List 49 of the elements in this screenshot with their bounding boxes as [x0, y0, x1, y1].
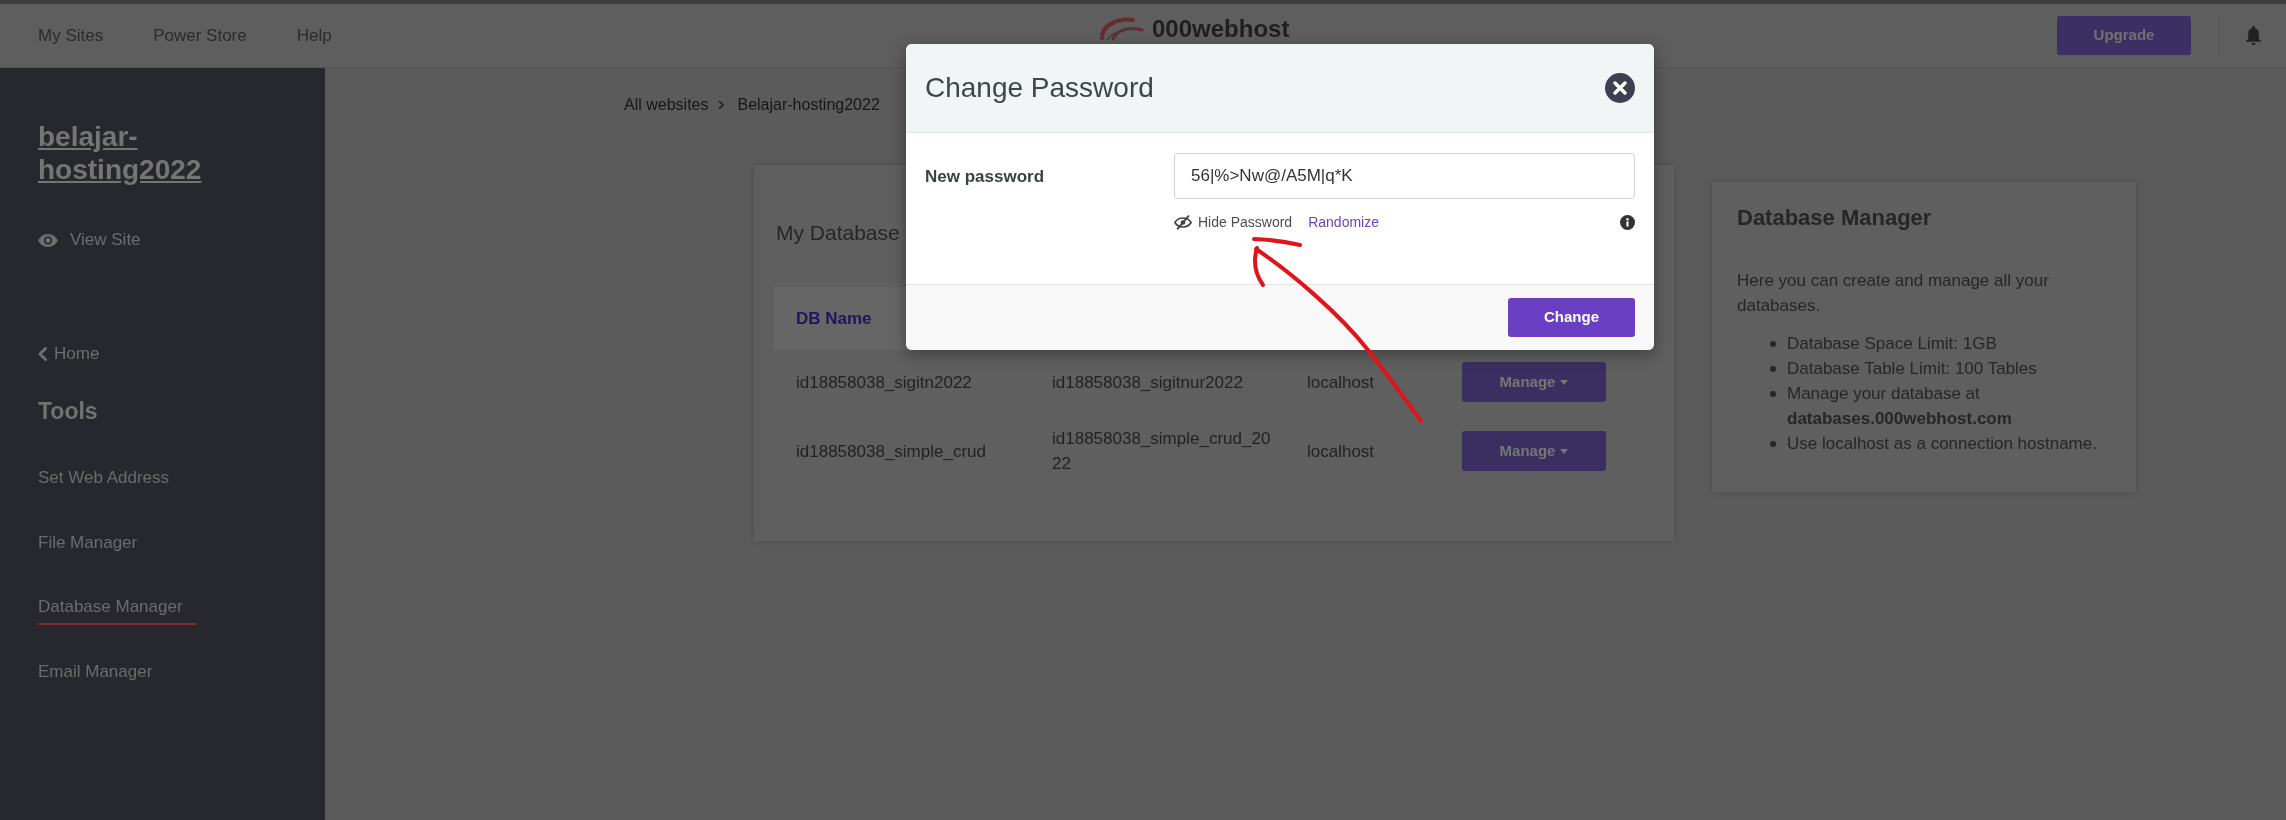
bullet-icon	[1770, 366, 1776, 372]
randomize-link[interactable]: Randomize	[1308, 212, 1379, 232]
table-cell-text: id18858038_simple_crud_2022	[1052, 428, 1272, 475]
list-item: Database Space Limit: 1GB	[1787, 333, 1997, 355]
bullet-icon	[1770, 341, 1776, 347]
close-icon[interactable]	[1605, 73, 1635, 103]
manage-button[interactable]: Manage	[1462, 362, 1606, 402]
annotation-underline	[1252, 237, 1302, 247]
description-text: Here you can create and manage all your databases.	[1737, 270, 2050, 317]
section-heading: Tools	[38, 397, 98, 426]
field-label: New password	[925, 167, 1045, 186]
table-cell-text: id18858038_simple_crud	[796, 440, 986, 463]
change-button[interactable]: Change	[1508, 298, 1635, 337]
table-cell-text: id18858038_sigitnur2022	[1052, 371, 1243, 394]
password-field[interactable]: 56|%>Nw@/A5M|q*K	[1174, 153, 1635, 199]
eye-icon	[38, 233, 58, 247]
table-cell-text: localhost	[1307, 440, 1375, 463]
bullet-icon	[1770, 441, 1776, 447]
caret-icon	[1560, 379, 1569, 385]
chevron-left-icon	[38, 347, 47, 361]
eye-slash-icon	[1174, 214, 1192, 230]
table-cell-text: localhost	[1307, 371, 1375, 394]
breadcrumb-link[interactable]: All websites	[624, 94, 709, 116]
breadcrumb-current: Belajar-hosting2022	[737, 95, 880, 115]
list-item: Database Table Limit: 100 Tables	[1787, 358, 2037, 380]
chevron-right-icon	[718, 100, 725, 110]
upgrade-button[interactable]: Upgrade	[2057, 16, 2191, 55]
list-item: Manage your database at databases.000webhost.com	[1787, 383, 2013, 430]
swirl-logo-icon	[1099, 16, 1145, 42]
logo-text[interactable]: 000webhost	[1152, 16, 1290, 42]
info-icon	[1620, 214, 1635, 230]
card-title: My Database	[775, 220, 900, 246]
sidebar-item[interactable]: Set Web Address	[38, 466, 170, 490]
table-cell-text: id18858038_sigitn2022	[796, 371, 972, 394]
view-site-link[interactable]: View Site	[38, 228, 141, 252]
sidebar-item[interactable]: Email Manager	[38, 659, 153, 684]
sidebar-item[interactable]: Database Manager	[38, 595, 197, 625]
bullet-icon	[1770, 391, 1776, 397]
caret-icon	[1560, 448, 1569, 454]
modal-title: Change Password	[925, 71, 1154, 105]
column-header: DB Name	[796, 307, 872, 330]
list-item: Use localhost as a connection hostname.	[1787, 433, 2097, 455]
card-title: Database Manager	[1737, 204, 1932, 232]
home-link[interactable]: Home	[38, 342, 100, 366]
hide-password-toggle[interactable]: Hide Password	[1174, 212, 1293, 232]
bell-icon[interactable]	[2245, 26, 2262, 45]
sidebar-item[interactable]: File Manager	[38, 530, 138, 555]
manage-button[interactable]: Manage	[1462, 431, 1606, 471]
site-title[interactable]: belajar-hosting2022	[38, 120, 208, 186]
